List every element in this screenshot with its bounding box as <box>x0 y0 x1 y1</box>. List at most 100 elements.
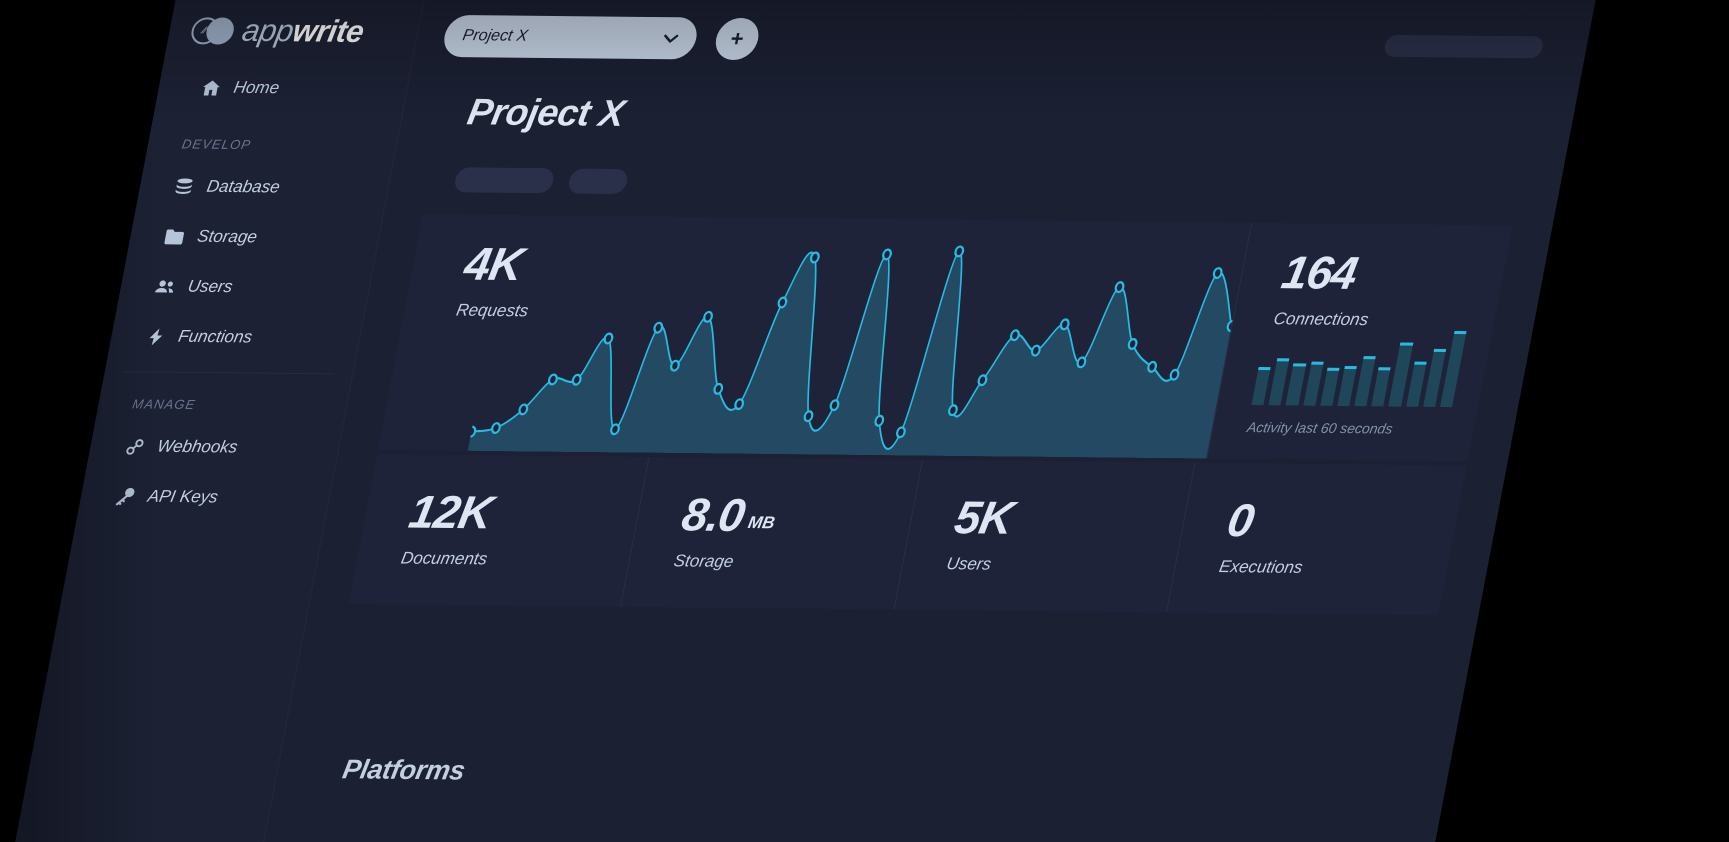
database-icon <box>172 177 195 195</box>
chevron-down-icon <box>662 30 680 47</box>
users-icon <box>153 277 176 295</box>
users-label: Users <box>944 554 993 574</box>
chart-data-point <box>519 405 528 415</box>
storage-value: 8.0MB <box>678 488 916 541</box>
card-users: 5K Users <box>892 459 1195 613</box>
activity-bar <box>1285 363 1306 406</box>
chart-data-point <box>1010 330 1019 340</box>
page-title: Project X <box>464 91 628 134</box>
chart-data-point <box>1060 319 1069 329</box>
stats-cards: 4K Requests 164 Connections Activity las… <box>348 214 1513 616</box>
chart-data-point <box>735 399 744 409</box>
executions-value: 0 <box>1223 494 1258 547</box>
chart-data-point <box>955 247 964 257</box>
logo-wordmark: appwrite <box>239 13 367 50</box>
logo-suffix: write <box>289 13 367 50</box>
documents-label: Documents <box>399 548 489 569</box>
add-project-button[interactable]: + <box>712 17 763 61</box>
sidebar-item-webhooks[interactable]: Webhooks <box>86 421 343 474</box>
chart-data-point <box>1213 268 1222 278</box>
chart-data-point <box>810 253 819 263</box>
requests-area-chart-svg <box>467 237 1247 459</box>
sidebar-item-label: Webhooks <box>155 436 240 457</box>
toolbar <box>452 167 1522 203</box>
webhook-icon <box>123 437 146 455</box>
sidebar-section-develop: DEVELOP <box>180 136 253 153</box>
chart-data-point <box>778 298 787 308</box>
bolt-icon <box>144 327 167 345</box>
appwrite-logo[interactable]: ∕∕ appwrite <box>188 12 367 50</box>
plus-icon: + <box>728 25 747 52</box>
appwrite-logo-icon: ∕∕ <box>189 16 237 45</box>
chart-data-point <box>896 427 905 437</box>
chart-data-point <box>875 416 884 426</box>
chart-data-point <box>548 375 557 385</box>
toolbar-skeleton-primary[interactable] <box>452 167 556 194</box>
card-documents: 12K Documents <box>349 454 649 607</box>
sidebar-item-label: Users <box>186 276 235 297</box>
main-content: Project X 4K Requests 164 Connections Ac… <box>258 61 1582 842</box>
activity-bar <box>1439 331 1467 408</box>
chart-data-point <box>714 384 723 394</box>
activity-bar <box>1371 367 1391 407</box>
card-requests: 4K Requests <box>378 214 1251 459</box>
chart-data-point <box>1077 357 1086 367</box>
chart-data-point <box>978 375 987 385</box>
appwrite-console: ∕∕ appwrite Home DEVELOP Database Storag… <box>10 0 1600 842</box>
chart-data-point <box>1128 339 1137 349</box>
stats-row-bottom: 12K Documents 8.0MB Storage 5K Users 0 E… <box>348 453 1467 616</box>
folder-icon <box>163 227 186 245</box>
card-storage: 8.0MB Storage <box>620 456 922 610</box>
activity-caption: Activity last 60 seconds <box>1245 419 1395 437</box>
chart-data-point <box>604 334 613 344</box>
chart-data-point <box>882 250 891 260</box>
account-menu-skeleton[interactable] <box>1382 34 1545 59</box>
activity-bar <box>1251 367 1271 406</box>
console-perspective-wrapper: ∕∕ appwrite Home DEVELOP Database Storag… <box>10 0 1600 842</box>
sidebar-item-label: Storage <box>195 226 259 247</box>
chart-data-point <box>1115 282 1124 292</box>
card-executions: 0 Executions <box>1165 462 1467 616</box>
sidebar-item-storage[interactable]: Storage <box>126 211 383 264</box>
sidebar-item-users[interactable]: Users <box>116 261 373 314</box>
chart-data-point <box>1147 362 1156 372</box>
chart-data-point <box>572 375 581 385</box>
sidebar-item-api-keys[interactable]: API Keys <box>76 471 333 524</box>
chart-data-point <box>804 411 813 421</box>
chart-data-point <box>703 312 712 322</box>
storage-unit: MB <box>746 513 777 533</box>
sidebar-item-label: Functions <box>176 326 254 347</box>
connections-label: Connections <box>1272 309 1371 330</box>
chart-data-point <box>491 423 500 433</box>
platforms-title: Platforms <box>340 754 468 786</box>
stats-row-top: 4K Requests 164 Connections Activity las… <box>377 214 1513 462</box>
storage-label: Storage <box>672 551 736 571</box>
sidebar-item-functions[interactable]: Functions <box>107 311 364 364</box>
activity-bar <box>1320 367 1340 406</box>
project-selector[interactable]: Project X <box>440 14 701 60</box>
connections-value: 164 <box>1277 246 1362 299</box>
card-connections: 164 Connections Activity last 60 seconds <box>1206 222 1513 462</box>
requests-area-chart <box>467 237 1247 459</box>
chart-data-point <box>830 400 839 410</box>
toolbar-skeleton-secondary[interactable] <box>566 168 630 195</box>
chart-data-point <box>670 361 679 371</box>
users-value: 5K <box>950 491 1018 544</box>
key-icon <box>113 487 136 506</box>
activity-bar <box>1337 365 1357 407</box>
chart-data-point <box>1170 370 1179 380</box>
documents-value: 12K <box>405 485 497 539</box>
home-icon <box>199 78 222 96</box>
executions-label: Executions <box>1217 557 1305 577</box>
sidebar-item-label: Home <box>232 77 281 98</box>
sidebar-item-label: API Keys <box>146 486 220 507</box>
sidebar-item-database[interactable]: Database <box>135 161 392 214</box>
sidebar-item-home[interactable]: Home <box>154 62 411 115</box>
chart-data-point <box>948 405 957 415</box>
chart-data-point <box>1031 346 1040 356</box>
chart-data-point <box>654 323 663 333</box>
screenshot-stage: ∕∕ appwrite Home DEVELOP Database Storag… <box>0 0 1729 842</box>
activity-bar-chart <box>1251 329 1467 408</box>
sidebar-item-label: Database <box>205 176 282 197</box>
sidebar-section-manage: MANAGE <box>131 396 197 412</box>
